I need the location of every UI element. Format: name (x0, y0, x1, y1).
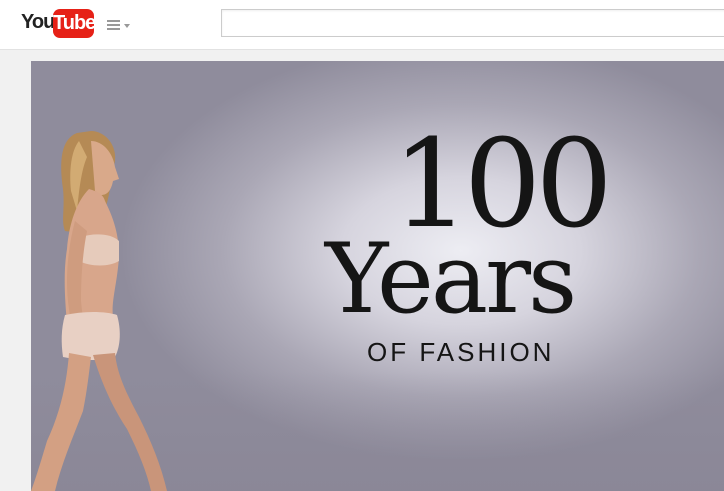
caret-down-icon (124, 24, 130, 28)
search-input[interactable] (221, 9, 724, 37)
video-player[interactable]: 100 Years OF FASHION (31, 61, 724, 491)
walking-model-image (31, 131, 167, 491)
video-title-subtitle: OF FASHION (367, 337, 555, 367)
hamburger-menu-icon (107, 20, 120, 30)
guide-menu-button[interactable] (107, 18, 133, 34)
masthead: You Tube (0, 0, 724, 50)
video-title-word: Years (325, 223, 577, 335)
youtube-logo[interactable]: You Tube (21, 9, 96, 39)
logo-text-tube: Tube (53, 9, 96, 38)
logo-text-you: You (21, 11, 55, 33)
